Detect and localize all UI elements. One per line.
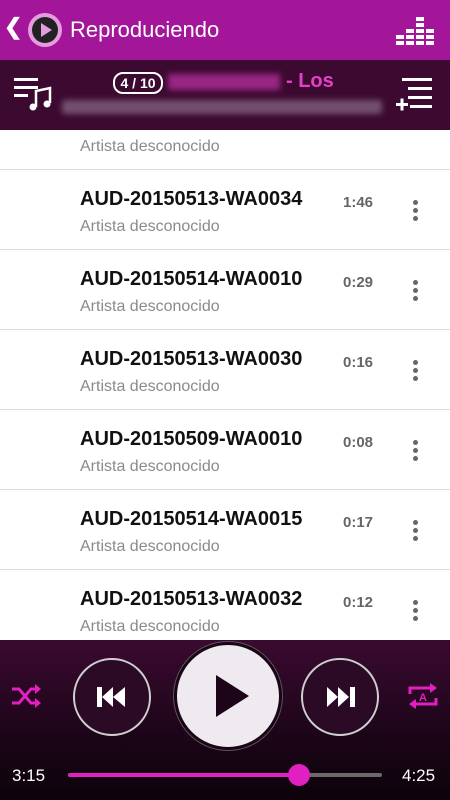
equalizer-icon[interactable] <box>396 14 436 46</box>
track-duration: 0:12 <box>343 594 374 611</box>
track-artist: Artista desconocido <box>80 218 220 235</box>
next-icon <box>327 687 355 707</box>
track-title: AUD-20150509-WA0010 <box>80 428 303 450</box>
list-item[interactable]: AUD-20150513-WA0030 Artista desconocido … <box>0 330 450 410</box>
player-controls: A 3:15 4:25 <box>0 640 450 800</box>
play-icon <box>216 675 249 717</box>
track-artist: Artista desconocido <box>80 138 220 155</box>
page-title: Reproduciendo <box>70 17 220 42</box>
more-vert-icon[interactable] <box>405 590 425 630</box>
shuffle-icon[interactable] <box>10 683 42 709</box>
list-item[interactable]: AUD-20150513-WA0032 Artista desconocido … <box>0 570 450 640</box>
blurred-title-part <box>168 73 280 90</box>
track-duration: 0:08 <box>343 434 374 451</box>
track-title: AUD-20150513-WA0034 <box>80 188 303 210</box>
list-item[interactable]: Artista desconocido <box>0 130 450 170</box>
now-playing-bar[interactable]: 4 / 10 - Los <box>0 60 450 130</box>
track-title: AUD-20150513-WA0032 <box>80 588 303 610</box>
queue-music-icon[interactable] <box>14 75 52 111</box>
track-duration: 0:17 <box>343 514 374 531</box>
track-duration: 0:29 <box>343 274 374 291</box>
repeat-all-icon[interactable]: A <box>406 680 440 712</box>
seek-thumb[interactable] <box>288 764 311 786</box>
track-duration: 1:46 <box>343 194 374 211</box>
track-artist: Artista desconocido <box>80 298 220 315</box>
track-title: AUD-20150514-WA0010 <box>80 268 303 290</box>
seek-progress <box>68 773 300 777</box>
list-item[interactable]: AUD-20150514-WA0015 Artista desconocido … <box>0 490 450 570</box>
track-artist: Artista desconocido <box>80 378 220 395</box>
more-vert-icon[interactable] <box>405 270 425 310</box>
track-artist: Artista desconocido <box>80 618 220 635</box>
svg-text:A: A <box>419 692 427 704</box>
list-item[interactable]: AUD-20150513-WA0034 Artista desconocido … <box>0 170 450 250</box>
list-item[interactable]: AUD-20150509-WA0010 Artista desconocido … <box>0 410 450 490</box>
seek-bar[interactable] <box>68 764 382 786</box>
next-button[interactable] <box>301 658 379 736</box>
more-vert-icon[interactable] <box>405 510 425 550</box>
now-playing-title-text: - Los <box>286 70 334 92</box>
track-title: AUD-20150514-WA0015 <box>80 508 303 530</box>
track-artist: Artista desconocido <box>80 538 220 555</box>
track-artist: Artista desconocido <box>80 458 220 475</box>
more-vert-icon[interactable] <box>405 430 425 470</box>
previous-icon <box>97 687 125 707</box>
track-title: AUD-20150513-WA0030 <box>80 348 303 370</box>
current-time: 3:15 <box>12 766 46 785</box>
more-vert-icon[interactable] <box>405 190 425 230</box>
track-count-badge: 4 / 10 <box>113 72 163 94</box>
track-duration: 0:16 <box>343 354 374 371</box>
list-item[interactable]: AUD-20150514-WA0010 Artista desconocido … <box>0 250 450 330</box>
more-vert-icon[interactable] <box>405 350 425 390</box>
back-icon[interactable]: ❮ <box>4 14 22 40</box>
app-bar: ❮ Reproduciendo <box>0 0 450 60</box>
total-time: 4:25 <box>402 766 436 785</box>
now-playing-artist-blurred <box>62 100 382 114</box>
previous-button[interactable] <box>73 658 151 736</box>
play-button[interactable] <box>174 642 282 750</box>
add-to-queue-icon[interactable] <box>396 76 436 112</box>
app-play-icon <box>28 13 62 47</box>
track-list[interactable]: Artista desconocido AUD-20150513-WA0034 … <box>0 130 450 640</box>
now-playing-title: - Los <box>168 70 334 93</box>
